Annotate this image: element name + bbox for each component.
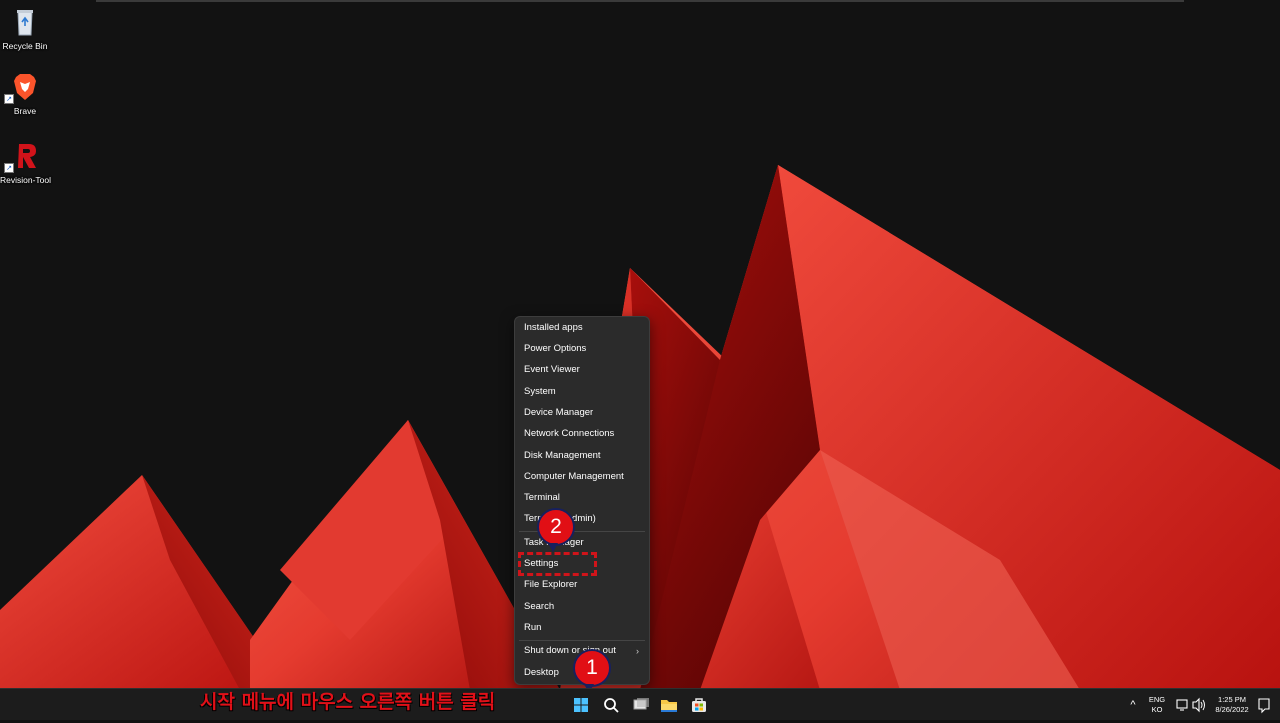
step-1-callout: 1 <box>573 649 611 693</box>
desktop-icon-label: Brave <box>13 106 37 116</box>
menu-item-network-connections[interactable]: Network Connections <box>515 424 649 444</box>
menu-item-terminal[interactable]: Terminal <box>515 488 649 508</box>
shortcut-arrow-icon: ↗ <box>4 94 14 104</box>
clock-date: 8/26/2022 <box>1215 705 1249 714</box>
show-hidden-icons-button[interactable]: ^ <box>1126 689 1140 721</box>
menu-item-terminal-admin[interactable]: Terminal (Admin) <box>515 509 649 529</box>
shortcut-arrow-icon: ↗ <box>4 163 14 173</box>
menu-item-system[interactable]: System <box>515 382 649 402</box>
file-explorer-icon <box>661 700 677 712</box>
clock-time: 1:25 PM <box>1218 695 1246 704</box>
desktop-icon-label: Revision-Tool <box>0 175 52 185</box>
menu-item-computer-management[interactable]: Computer Management <box>515 467 649 487</box>
revision-tool-icon: ↗ <box>4 140 41 173</box>
microsoft-store-icon <box>692 698 706 712</box>
search-icon <box>604 698 619 713</box>
task-view-icon <box>633 698 649 710</box>
desktop-icon-recycle-bin[interactable]: Recycle Bin <box>0 6 50 52</box>
menu-item-file-explorer[interactable]: File Explorer <box>515 575 649 595</box>
windows-start-icon <box>574 698 588 712</box>
desktop-icon-brave[interactable]: ↗ Brave <box>0 71 50 117</box>
menu-item-installed-apps[interactable]: Installed apps <box>515 318 649 338</box>
step-2-callout: 2 <box>537 508 575 552</box>
volume-icon <box>1192 697 1205 713</box>
menu-item-event-viewer[interactable]: Event Viewer <box>515 360 649 380</box>
brave-icon: ↗ <box>4 71 41 104</box>
language-indicator[interactable]: ENG KO <box>1144 689 1170 721</box>
task-view-button[interactable] <box>627 692 653 718</box>
winx-context-menu: Installed apps Power Options Event Viewe… <box>514 316 650 685</box>
menu-item-device-manager[interactable]: Device Manager <box>515 403 649 423</box>
instruction-caption: 시작 메뉴에 마우스 오른쪽 버튼 클릭 <box>200 691 496 713</box>
file-explorer-button[interactable] <box>656 692 682 718</box>
search-button[interactable] <box>598 692 624 718</box>
chevron-right-icon: › <box>636 646 639 656</box>
menu-item-power-options[interactable]: Power Options <box>515 339 649 359</box>
recycle-bin-icon <box>9 6 41 38</box>
top-edge-line <box>96 0 1184 2</box>
desktop-icon-label: Recycle Bin <box>2 41 48 51</box>
clock[interactable]: 1:25 PM 8/26/2022 <box>1206 689 1258 721</box>
menu-item-task-manager[interactable]: Task Manager <box>515 533 649 553</box>
notification-bell-icon <box>1258 698 1270 714</box>
taskbar: ^ ENG KO 1:25 PM 8/26/2022 <box>0 688 1280 720</box>
menu-item-run[interactable]: Run <box>515 618 649 638</box>
start-button[interactable] <box>568 692 594 718</box>
notifications-button[interactable] <box>1256 689 1272 721</box>
desktop-icon-revision-tool[interactable]: ↗ Revision-Tool <box>0 140 52 186</box>
microsoft-store-button[interactable] <box>686 692 712 718</box>
menu-item-disk-management[interactable]: Disk Management <box>515 446 649 466</box>
settings-highlight-box <box>518 552 597 576</box>
keyboard-layout: KO <box>1151 705 1163 714</box>
menu-item-search[interactable]: Search <box>515 597 649 617</box>
language-code: ENG <box>1148 695 1166 704</box>
network-icon <box>1176 699 1188 711</box>
